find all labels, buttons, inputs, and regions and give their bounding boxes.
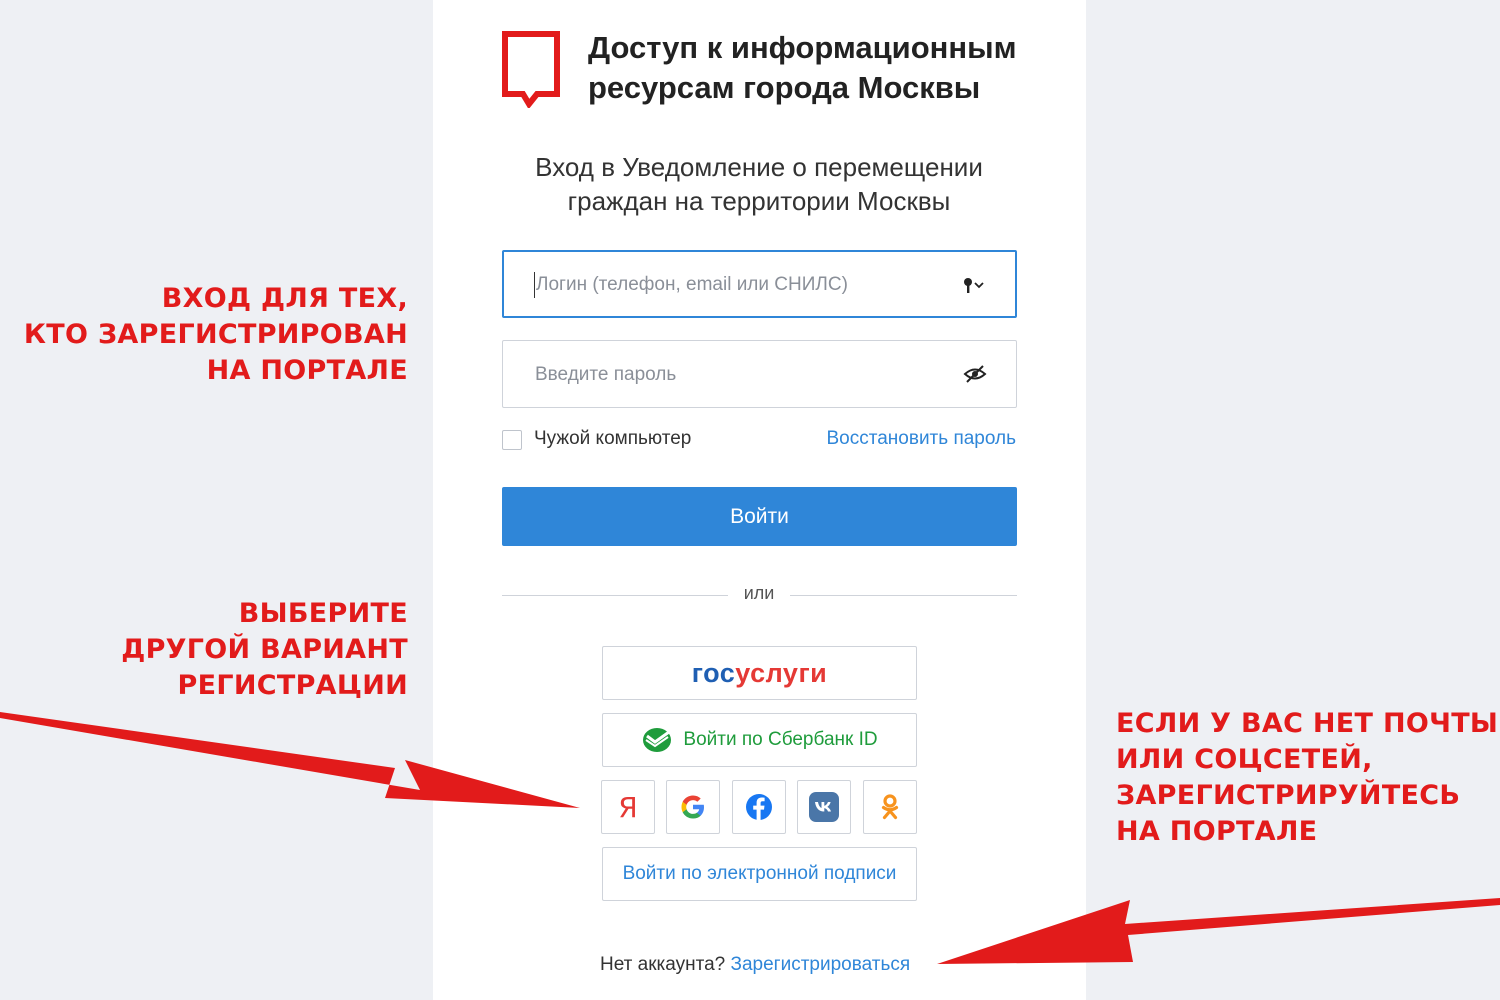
divider-right (790, 595, 1017, 596)
annotation-registered-line3: НА ПОРТАЛЕ (206, 355, 408, 386)
login-button[interactable]: Войти (502, 487, 1017, 546)
brand-title-line1: Доступ к информационным (588, 30, 1017, 65)
eye-hidden-icon[interactable] (962, 363, 988, 385)
vk-button[interactable] (797, 780, 851, 834)
annotation-noemail-line2: ИЛИ СОЦСЕТЕЙ, (1116, 744, 1373, 775)
yandex-button[interactable]: Я (601, 780, 655, 834)
divider-left (502, 595, 728, 596)
sber-id-label: Войти по Сбербанк ID (683, 729, 878, 750)
subtitle-line2: граждан на территории Москвы (567, 186, 951, 216)
password-input[interactable] (533, 341, 937, 409)
annotation-choose-line3: РЕГИСТРАЦИИ (177, 670, 408, 701)
annotation-noemail-line1: ЕСЛИ У ВАС НЕТ ПОЧТЫ (1116, 708, 1499, 739)
annotation-noemail-line4: НА ПОРТАЛЕ (1116, 816, 1318, 847)
page-subtitle: Вход в Уведомление о перемещении граждан… (503, 150, 1015, 218)
google-icon (681, 795, 704, 819)
annotation-no-email: ЕСЛИ У ВАС НЕТ ПОЧТЫ ИЛИ СОЦСЕТЕЙ, ЗАРЕГ… (1116, 706, 1498, 850)
or-label: или (743, 583, 775, 603)
odnoklassniki-button[interactable] (863, 780, 917, 834)
annotation-noemail-line3: ЗАРЕГИСТРИРУЙТЕСЬ (1116, 780, 1461, 811)
brand-title-line2: ресурсам города Москвы (588, 70, 981, 105)
gosuslugi-logo-part2: услуги (735, 657, 828, 688)
sber-id-button[interactable]: Войти по Сбербанк ID (602, 713, 917, 767)
login-input[interactable] (534, 252, 938, 318)
key-dropdown-icon[interactable] (961, 274, 987, 296)
sber-logo-icon (643, 728, 672, 752)
subtitle-line1: Вход в Уведомление о перемещении (535, 152, 983, 182)
annotation-registered: ВХОД ДЛЯ ТЕХ, КТО ЗАРЕГИСТРИРОВАН НА ПОР… (24, 281, 408, 389)
annotation-choose-line2: ДРУГОЙ ВАРИАНТ (121, 634, 408, 665)
facebook-button[interactable] (732, 780, 786, 834)
facebook-icon (746, 794, 772, 820)
gosuslugi-logo-part1: гос (691, 657, 736, 688)
esign-button[interactable]: Войти по электронной подписи (602, 847, 917, 901)
foreign-computer-checkbox[interactable] (502, 430, 522, 450)
vk-icon (809, 792, 839, 822)
register-link[interactable]: Зарегистрироваться (731, 954, 911, 975)
annotation-choose-other: ВЫБЕРИТЕ ДРУГОЙ ВАРИАНТ РЕГИСТРАЦИИ (121, 596, 408, 704)
login-field[interactable] (502, 250, 1017, 318)
no-account-text: Нет аккаунта? Зарегистрироваться (600, 954, 910, 976)
restore-password-link[interactable]: Восстановить пароль (827, 428, 1017, 450)
brand-title: Доступ к информационным ресурсам города … (588, 28, 1048, 108)
odnoklassniki-icon (881, 794, 899, 820)
google-button[interactable] (666, 780, 720, 834)
password-field[interactable] (502, 340, 1017, 409)
annotation-registered-line1: ВХОД ДЛЯ ТЕХ, (161, 283, 408, 314)
foreign-computer-label: Чужой компьютер (534, 428, 692, 449)
text-caret (534, 272, 535, 298)
annotation-registered-line2: КТО ЗАРЕГИСТРИРОВАН (23, 319, 408, 350)
moscow-logo-icon (502, 31, 560, 108)
gosuslugi-button[interactable]: гос услуги (602, 646, 917, 700)
no-account-label: Нет аккаунта? (600, 954, 726, 975)
annotation-choose-line1: ВЫБЕРИТЕ (238, 598, 408, 629)
esign-label: Войти по электронной подписи (622, 863, 897, 884)
yandex-icon: Я (618, 790, 638, 824)
